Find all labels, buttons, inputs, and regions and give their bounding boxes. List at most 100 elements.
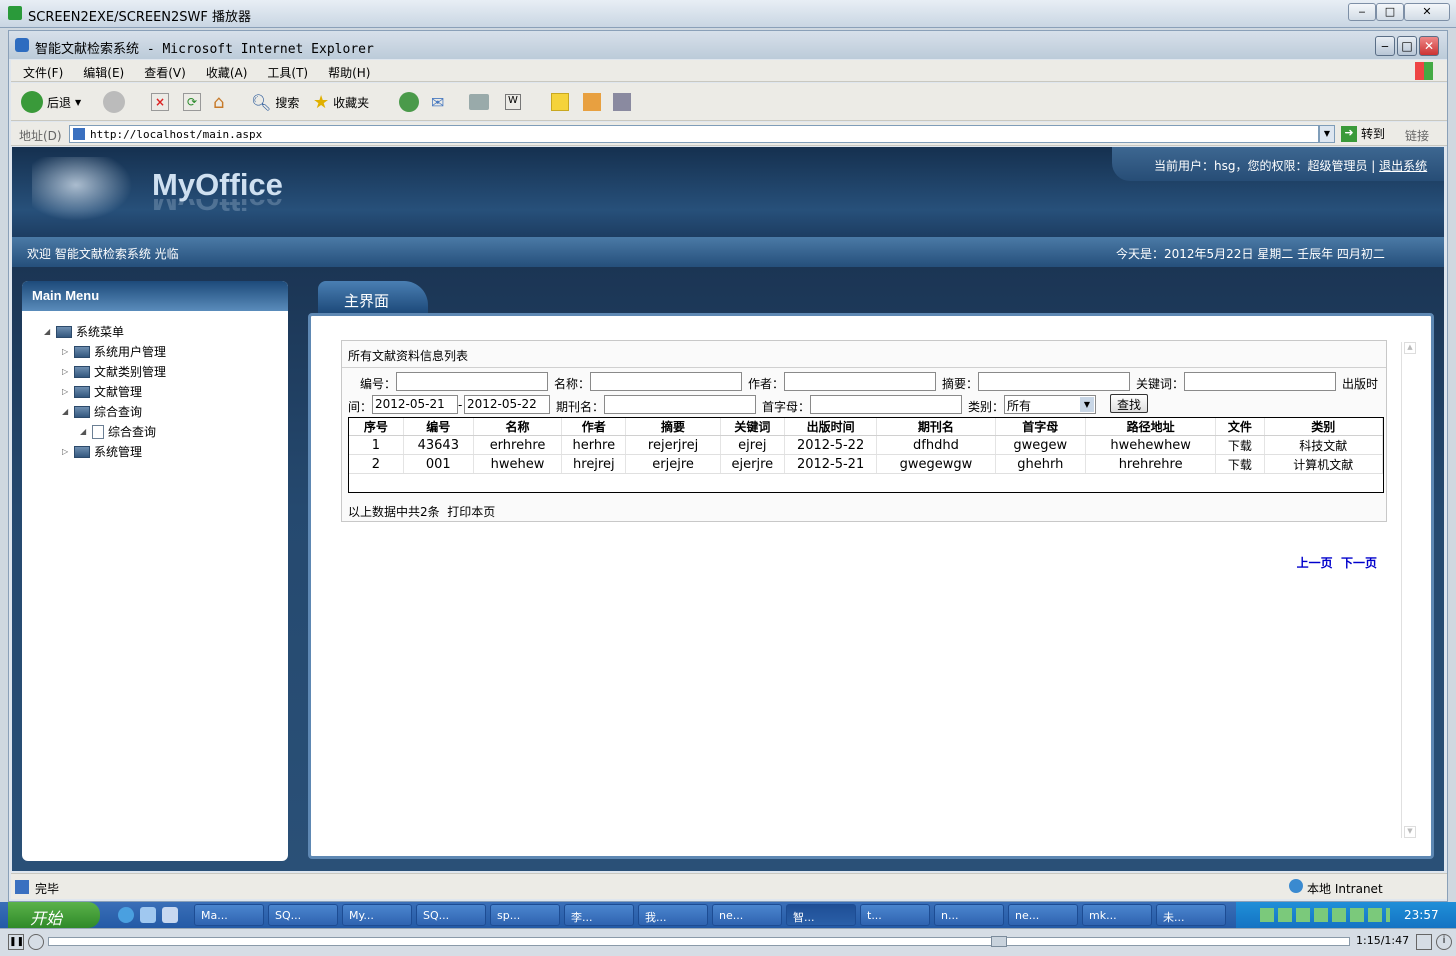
seek-bar[interactable] [48,936,1350,947]
table-cell: gwegew [995,435,1086,455]
taskbar-task-button[interactable]: My... [342,904,412,926]
taskbar-task-button[interactable]: 未... [1156,904,1226,926]
author-label: 作者： [748,377,785,391]
search-submit-button[interactable]: 查找 [1110,394,1148,413]
menu-edit[interactable]: 编辑(E) [71,60,132,81]
refresh-button[interactable]: ⟳ [183,90,201,114]
start-button[interactable]: 开始 [8,902,100,928]
document-list-box: 所有文献资料信息列表 编号： 名称： 作者： 摘要： 关键词： 出版时 间： 2… [341,340,1387,570]
seek-thumb[interactable] [991,936,1008,947]
taskbar-task-button[interactable]: sp... [490,904,560,926]
outer-minimize-button[interactable]: ‒ [1348,3,1376,21]
table-cell: 2012-5-22 [784,435,878,455]
scroll-up-icon[interactable]: ▲ [1404,342,1416,354]
outer-close-button[interactable]: ✕ [1404,3,1450,21]
quicklaunch-ie-icon[interactable] [118,907,134,923]
initial-input[interactable] [810,395,962,414]
prev-page-link[interactable]: 上一页 [1297,556,1333,570]
media-button[interactable] [613,90,631,114]
menu-file[interactable]: 文件(F) [11,60,71,81]
abstract-input[interactable] [978,372,1130,391]
history-icon [399,92,419,112]
fullscreen-icon[interactable] [1416,934,1432,950]
favorites-button[interactable]: ★ 收藏夹 [313,90,369,114]
forward-button[interactable] [103,90,125,114]
research-button[interactable] [583,90,601,114]
home-button[interactable]: ⌂ [213,90,224,114]
tree-item-category-management[interactable]: ▷ 文献类别管理 [62,363,166,380]
stop-button[interactable] [28,934,44,950]
taskbar-task-button[interactable]: t... [860,904,930,926]
taskbar-task-button[interactable]: mk... [1082,904,1152,926]
next-page-link[interactable]: 下一页 [1341,556,1377,570]
taskbar-task-button[interactable]: 我... [638,904,708,926]
category-select[interactable]: 所有 ▼ [1004,395,1096,414]
panel-scrollbar[interactable]: ▲ ▼ [1401,342,1417,838]
tree-item-user-management[interactable]: ▷ 系统用户管理 [62,343,166,360]
ie-maximize-button[interactable]: □ [1397,36,1417,56]
quicklaunch-desktop-icon[interactable] [162,907,178,923]
date-from-input[interactable]: 2012-05-21 [372,395,458,414]
notes-button[interactable] [551,90,569,114]
pubtime-label: 出版时 [1342,377,1379,391]
date-to-input[interactable]: 2012-05-22 [464,395,550,414]
stop-button[interactable]: × [151,90,169,114]
taskbar-task-button[interactable]: n... [934,904,1004,926]
author-input[interactable] [784,372,936,391]
menu-favorites[interactable]: 收藏(A) [194,60,256,81]
tree-item-document-management[interactable]: ▷ 文献管理 [62,383,142,400]
journal-input[interactable] [604,395,756,414]
taskbar-task-button[interactable]: Ma... [194,904,264,926]
taskbar-task-button[interactable]: SQ... [416,904,486,926]
print-page-link[interactable]: 打印本页 [447,505,495,519]
taskbar-task-button[interactable]: ne... [712,904,782,926]
address-dropdown[interactable]: ▼ [1319,125,1335,143]
menu-view[interactable]: 查看(V) [132,60,194,81]
taskbar-task-button[interactable]: 智... [786,904,856,926]
links-button[interactable]: 链接 [1405,127,1429,144]
tab-main[interactable]: 主界面 [318,281,428,315]
menu-tools[interactable]: 工具(T) [255,60,316,81]
ie-close-button[interactable]: ✕ [1419,36,1439,56]
taskbar-task-button[interactable]: 李... [564,904,634,926]
column-header: 路径地址 [1085,418,1217,436]
pause-button[interactable]: ❚❚ [8,934,24,950]
outer-maximize-button[interactable]: □ [1376,3,1404,21]
info-icon[interactable]: i [1436,934,1452,950]
scroll-down-icon[interactable]: ▼ [1404,826,1416,838]
tree-item-system-menu[interactable]: ◢ 系统菜单 [44,323,124,340]
taskbar-task-button[interactable]: SQ... [268,904,338,926]
table-cell: ejerjre [720,454,785,474]
initial-label: 首字母： [762,400,811,414]
logout-link[interactable]: 退出系统 [1379,159,1427,173]
id-input[interactable] [396,372,548,391]
go-button[interactable]: ➜ 转到 [1341,125,1385,142]
book-icon [583,93,601,111]
name-input[interactable] [590,372,742,391]
tree-label: 系统用户管理 [94,345,167,359]
taskbar-task-button[interactable]: ne... [1008,904,1078,926]
app-icon [8,6,22,20]
history-button[interactable] [399,90,419,114]
mail-button[interactable]: ✉ [431,90,444,114]
table-cell: 43643 [403,435,474,455]
system-tray: 23:57 [1236,902,1456,928]
journal-label: 期刊名： [556,400,605,414]
download-link[interactable]: 下载 [1215,454,1265,474]
menu-help[interactable]: 帮助(H) [316,60,378,81]
column-header: 类别 [1264,418,1384,436]
collapsed-triangle-icon: ▷ [62,387,69,396]
tree-item-query[interactable]: ◢ 综合查询 [62,403,142,420]
ie-minimize-button[interactable]: ‒ [1375,36,1395,56]
print-button[interactable] [469,90,489,114]
keyword-input[interactable] [1184,372,1336,391]
tree-item-system-management[interactable]: ▷ 系统管理 [62,443,142,460]
back-button[interactable]: 后退 ▼ [21,90,81,114]
search-button[interactable]: 🔍︎ 搜索 [251,90,299,114]
edit-button[interactable]: W [505,90,521,114]
download-link[interactable]: 下载 [1215,435,1265,455]
printer-icon [469,94,489,110]
url-input[interactable]: http://localhost/main.aspx [69,125,1319,143]
tree-item-query-leaf[interactable]: ◢ 综合查询 [80,423,156,440]
quicklaunch-ie2-icon[interactable] [140,907,156,923]
